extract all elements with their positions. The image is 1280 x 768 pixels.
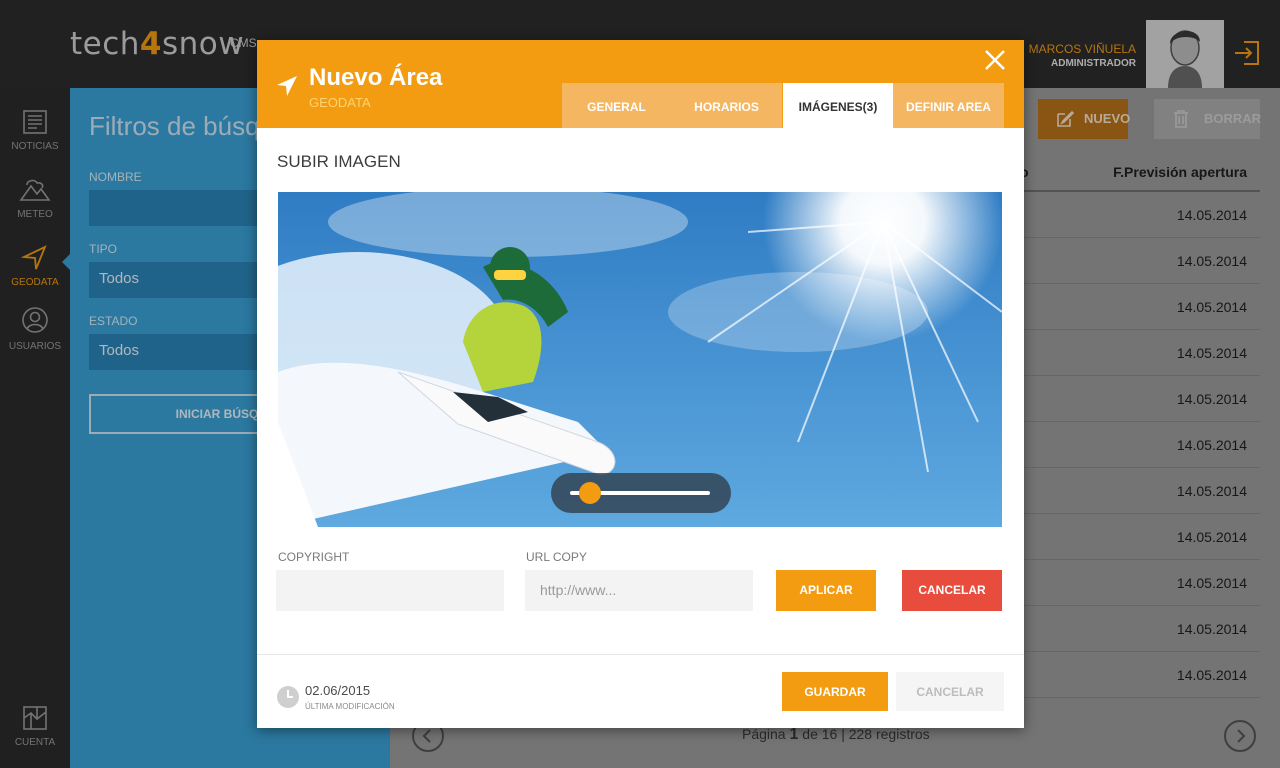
section-title: SUBIR IMAGEN <box>277 152 401 171</box>
cancel-image-button[interactable]: CANCELAR <box>902 570 1002 611</box>
last-modified-label: ÚLTIMA MODIFICACIÓN <box>305 702 395 711</box>
tab-definir-area[interactable]: DEFINIR AREA <box>893 83 1004 128</box>
copyright-label: COPYRIGHT <box>278 550 350 564</box>
modal-subtitle: GEODATA <box>309 95 371 110</box>
new-area-modal: Nuevo Área GEODATA GENERAL HORARIOS IMÁG… <box>257 40 1024 728</box>
navigation-arrow-icon <box>277 76 297 96</box>
modal-title: Nuevo Área <box>309 64 443 91</box>
modal-header: Nuevo Área GEODATA GENERAL HORARIOS IMÁG… <box>257 40 1024 128</box>
copyright-field[interactable] <box>276 570 504 611</box>
clock-icon <box>276 685 300 709</box>
close-icon[interactable] <box>981 46 1009 74</box>
image-zoom-slider[interactable] <box>551 473 731 513</box>
last-modified-date: 02.06/2015 <box>305 683 371 698</box>
tab-imagenes[interactable]: IMÁGENES(3) <box>783 83 893 128</box>
url-copy-field[interactable]: http://www... <box>525 570 753 611</box>
save-button[interactable]: GUARDAR <box>782 672 888 711</box>
apply-button[interactable]: APLICAR <box>776 570 876 611</box>
uploaded-image-preview[interactable] <box>278 192 1002 527</box>
footer-divider <box>257 654 1024 655</box>
url-copy-label: URL COPY <box>526 550 587 564</box>
cancel-button[interactable]: CANCELAR <box>896 672 1004 711</box>
slider-handle[interactable] <box>578 482 601 504</box>
tab-general[interactable]: GENERAL <box>562 83 671 128</box>
modal-tabs: GENERAL HORARIOS IMÁGENES(3) DEFINIR ARE… <box>562 83 1004 128</box>
tab-horarios[interactable]: HORARIOS <box>671 83 782 128</box>
